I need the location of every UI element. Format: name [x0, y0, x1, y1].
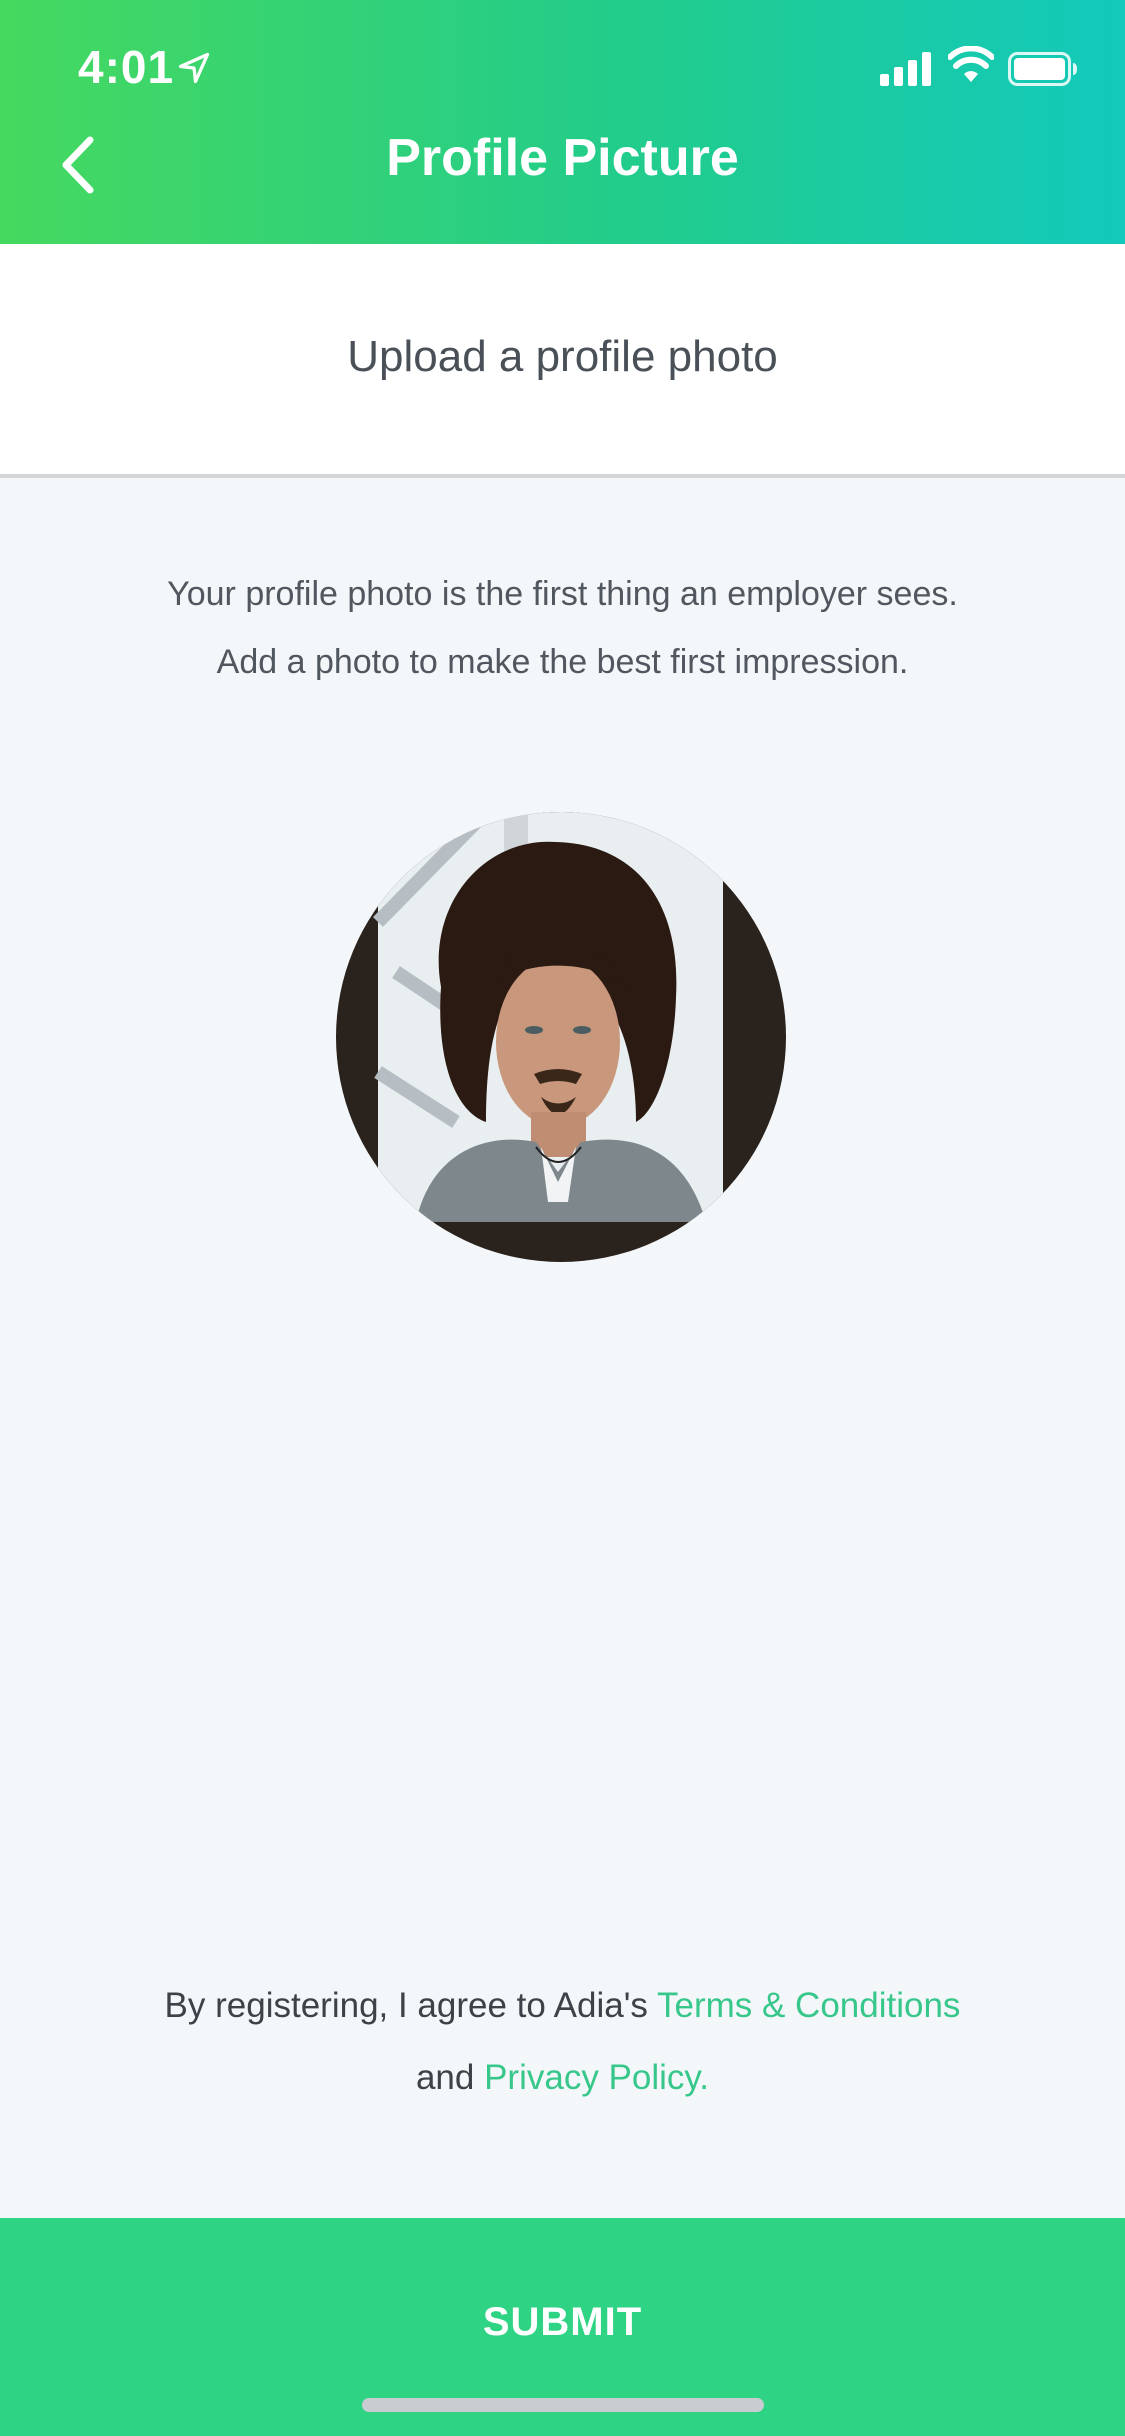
description-line-1: Your profile photo is the first thing an…: [167, 575, 958, 613]
nav-header: 4:01 Profile Picture: [0, 0, 1125, 244]
terms-line-1: By registering, I agree to Adia's Terms …: [0, 1970, 1125, 2042]
terms-middle: and: [415, 2058, 485, 2097]
terms-text: By registering, I agree to Adia's Terms …: [0, 1970, 1125, 2114]
status-time: 4:01: [78, 41, 175, 93]
description-text: Your profile photo is the first thing an…: [0, 560, 1125, 696]
terms-line-2: and Privacy Policy.: [0, 2042, 1125, 2114]
home-indicator: [362, 2398, 764, 2412]
section-title: Upload a profile photo: [347, 332, 778, 381]
section-header: Upload a profile photo: [0, 244, 1125, 478]
description-line-2: Add a photo to make the best first impre…: [216, 643, 909, 681]
location-arrow-icon: [178, 52, 210, 84]
page-title: Profile Picture: [386, 129, 739, 187]
submit-label: SUBMIT: [482, 2300, 643, 2344]
profile-photo-image: [336, 812, 786, 1262]
wifi-icon: [948, 46, 994, 82]
profile-photo[interactable]: [336, 812, 786, 1262]
terms-prefix: By registering, I agree to Adia's: [164, 1986, 657, 2025]
submit-button[interactable]: SUBMIT: [0, 2218, 1125, 2436]
cellular-signal-icon: [880, 52, 931, 86]
terms-conditions-link[interactable]: Terms & Conditions: [657, 1986, 960, 2025]
battery-icon: [1008, 52, 1077, 86]
privacy-policy-link[interactable]: Privacy Policy.: [484, 2058, 709, 2097]
